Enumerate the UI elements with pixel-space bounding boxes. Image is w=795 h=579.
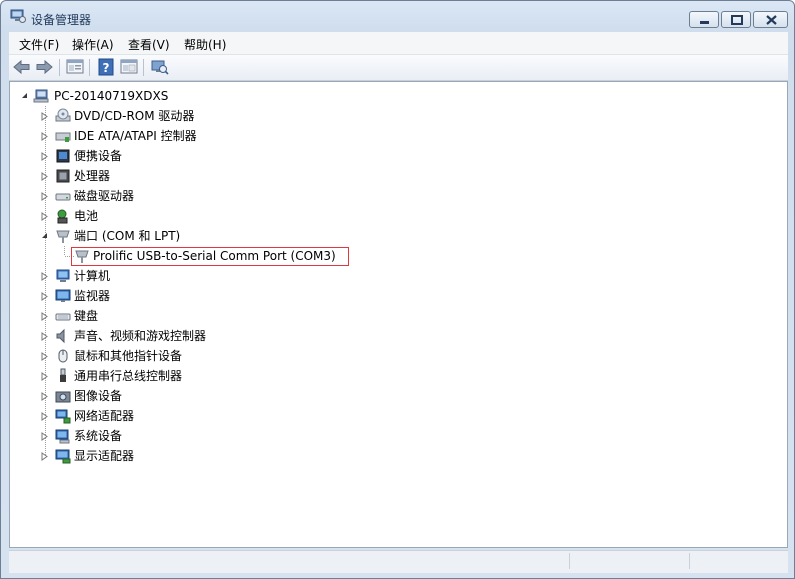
network-adapter-icon xyxy=(55,409,71,424)
expand-arrow-icon[interactable] xyxy=(40,212,49,221)
tree-item-label: 磁盘驱动器 xyxy=(74,189,135,203)
console-tree-icon[interactable] xyxy=(119,58,139,76)
portable-device-icon xyxy=(56,149,70,163)
tree-item-label: IDE ATA/ATAPI 控制器 xyxy=(74,129,197,143)
expand-arrow-icon[interactable] xyxy=(40,192,49,201)
tree-item-label: 电池 xyxy=(74,209,99,223)
system-device-icon xyxy=(55,429,70,444)
menu-action[interactable]: 操作(A) xyxy=(72,36,114,53)
tree-item-label: 键盘 xyxy=(74,309,99,323)
toolbar: ? xyxy=(9,55,788,81)
properties-icon[interactable] xyxy=(65,58,85,76)
computer-icon xyxy=(56,269,70,282)
menu-file[interactable]: 文件(F) xyxy=(19,36,59,53)
keyboard-icon xyxy=(55,313,71,321)
expand-arrow-icon[interactable] xyxy=(40,412,49,421)
dvd-drive-icon xyxy=(55,108,71,122)
collapse-arrow-icon[interactable] xyxy=(40,231,49,240)
expand-arrow-icon[interactable] xyxy=(40,172,49,181)
computer-root-icon xyxy=(33,89,49,103)
forward-arrow-icon[interactable] xyxy=(34,58,54,76)
display-adapter-icon xyxy=(55,449,71,464)
toolbar-separator xyxy=(89,59,90,76)
close-icon xyxy=(766,15,777,25)
expand-arrow-icon[interactable] xyxy=(40,312,49,321)
tree-item-label: 系统设备 xyxy=(74,429,123,443)
device-tree[interactable]: PC-20140719XDXS DVD/CD-ROM 驱动器 IDE ATA/A… xyxy=(9,81,788,548)
device-manager-app-icon xyxy=(10,9,26,23)
tree-item-label: 鼠标和其他指针设备 xyxy=(74,349,183,363)
tree-item-label: 端口 (COM 和 LPT) xyxy=(74,229,181,243)
minimize-button[interactable] xyxy=(689,11,719,28)
highlight-box xyxy=(71,247,349,266)
tree-item-label: 处理器 xyxy=(74,169,111,183)
expand-arrow-icon[interactable] xyxy=(40,432,49,441)
expand-arrow-icon[interactable] xyxy=(40,452,49,461)
port-icon xyxy=(56,230,70,243)
help-icon[interactable]: ? xyxy=(96,58,116,76)
expand-arrow-icon[interactable] xyxy=(40,112,49,121)
expand-arrow-icon[interactable] xyxy=(40,332,49,341)
toolbar-separator xyxy=(59,59,60,76)
status-segment xyxy=(689,553,690,569)
tree-item-label: 通用串行总线控制器 xyxy=(74,369,183,383)
usb-icon xyxy=(60,368,66,382)
device-manager-window: 设备管理器 文件(F) 操作(A) 查看(V) 帮助(H) ? PC-20140… xyxy=(0,0,795,579)
expand-arrow-icon[interactable] xyxy=(40,292,49,301)
maximize-icon xyxy=(731,15,743,25)
disk-drive-icon xyxy=(55,193,71,201)
close-button[interactable] xyxy=(753,11,788,28)
menu-bar: 文件(F) 操作(A) 查看(V) 帮助(H) xyxy=(9,32,788,55)
expand-arrow-icon[interactable] xyxy=(40,152,49,161)
expand-arrow-icon[interactable] xyxy=(40,132,49,141)
minimize-icon xyxy=(700,21,709,24)
processor-icon xyxy=(56,169,70,183)
tree-item-label: 图像设备 xyxy=(74,389,123,403)
menu-view[interactable]: 查看(V) xyxy=(128,36,170,53)
expand-arrow-icon[interactable] xyxy=(40,272,49,281)
maximize-button[interactable] xyxy=(721,11,751,28)
toolbar-separator xyxy=(143,59,144,76)
menu-help[interactable]: 帮助(H) xyxy=(184,36,226,53)
ide-controller-icon xyxy=(55,132,71,142)
monitor-icon xyxy=(55,289,71,302)
expand-arrow-icon[interactable] xyxy=(40,392,49,401)
status-segment xyxy=(569,553,570,569)
computer-name: PC-20140719XDXS xyxy=(54,89,169,103)
svg-text:?: ? xyxy=(103,61,110,75)
status-bar xyxy=(9,550,788,573)
tree-item-label: 监视器 xyxy=(74,289,111,303)
collapse-arrow-icon[interactable] xyxy=(20,91,29,100)
expand-arrow-icon[interactable] xyxy=(40,352,49,361)
tree-item-label: 显示适配器 xyxy=(74,449,135,463)
back-arrow-icon[interactable] xyxy=(12,58,32,76)
tree-item-label: 计算机 xyxy=(74,269,111,283)
scan-hardware-icon[interactable] xyxy=(150,58,170,76)
mouse-icon xyxy=(58,349,68,363)
title-bar[interactable]: 设备管理器 xyxy=(1,1,794,32)
sound-icon xyxy=(56,328,65,344)
imaging-device-icon xyxy=(55,391,71,403)
expand-arrow-icon[interactable] xyxy=(40,372,49,381)
tree-item-label: 声音、视频和游戏控制器 xyxy=(74,329,207,343)
tree-item-label: 网络适配器 xyxy=(74,409,135,423)
tree-item-label: 便携设备 xyxy=(74,149,123,163)
tree-item-label: DVD/CD-ROM 驱动器 xyxy=(74,109,195,123)
battery-icon xyxy=(57,209,68,224)
window-title: 设备管理器 xyxy=(31,13,92,27)
